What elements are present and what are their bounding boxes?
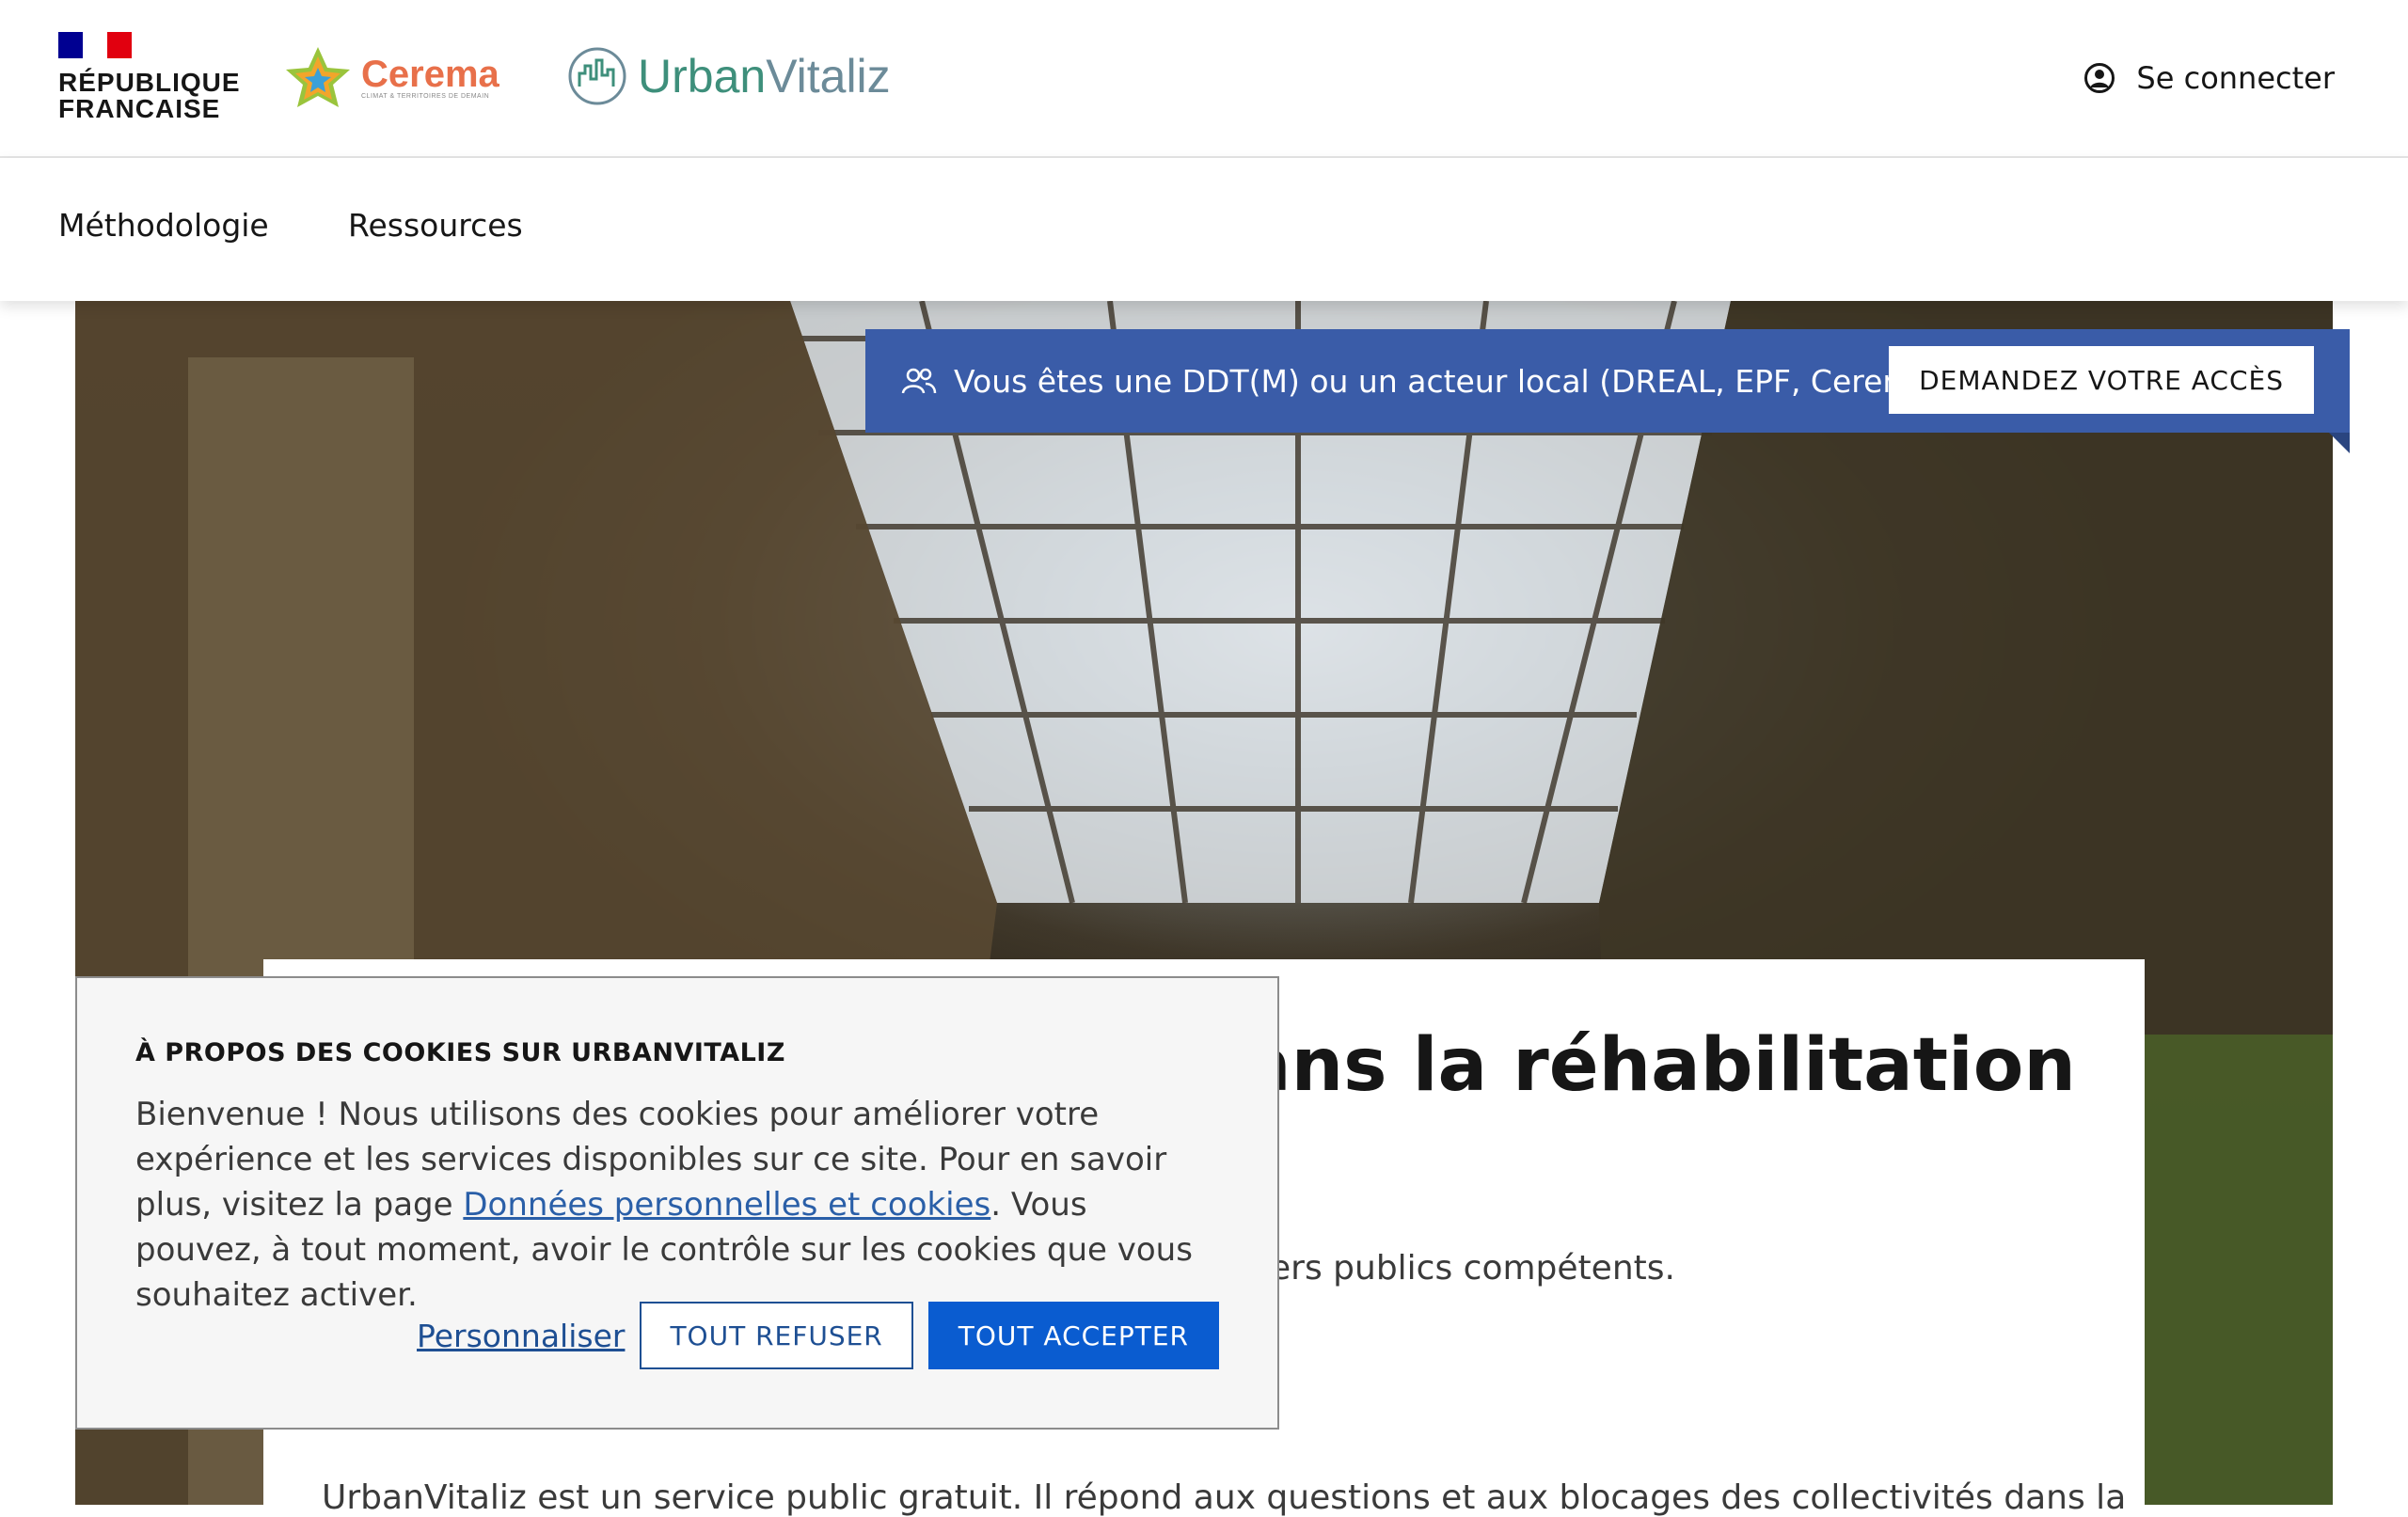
cerema-name: Cerema <box>361 53 499 95</box>
access-banner-text: Vous êtes une DDT(M) ou un acteur local … <box>954 362 2001 400</box>
hero-intro-text: UrbanVitaliz est un service public gratu… <box>322 1478 2127 1517</box>
republique-francaise-logo[interactable]: RÉPUBLIQUE FRANCAISE <box>58 32 241 122</box>
urbanvitaliz-city-icon <box>568 47 626 105</box>
nav-item-methodologie[interactable]: Méthodologie <box>58 207 269 244</box>
french-flag-icon <box>58 32 132 58</box>
cookie-dialog-title: À PROPOS DES COOKIES SUR URBANVITALIZ <box>135 1038 785 1067</box>
hero-title: ans la réhabilitation <box>1242 1023 2076 1108</box>
cookie-consent-dialog: À PROPOS DES COOKIES SUR URBANVITALIZ Bi… <box>75 976 1279 1430</box>
cerema-star-icon <box>286 47 350 107</box>
refuse-all-cookies-button[interactable]: TOUT REFUSER <box>640 1302 913 1369</box>
user-account-icon <box>2084 63 2115 93</box>
cookie-dialog-text: Bienvenue ! Nous utilisons des cookies p… <box>135 1092 1219 1318</box>
rf-line-1: RÉPUBLIQUE <box>58 68 241 97</box>
login-button[interactable]: Se connecter <box>2083 60 2335 96</box>
cerema-tagline: CLIMAT & TERRITOIRES DE DEMAIN <box>361 92 490 100</box>
accept-all-cookies-button[interactable]: TOUT ACCEPTER <box>927 1302 1219 1369</box>
site-header: RÉPUBLIQUE FRANCAISE Cerema CLIMAT & TER… <box>0 0 2408 158</box>
uv-name-part2: Vitaliz <box>766 50 891 103</box>
privacy-cookies-link[interactable]: Données personnelles et cookies <box>463 1186 990 1224</box>
urbanvitaliz-logo[interactable]: UrbanVitaliz <box>566 45 891 107</box>
customize-cookies-button[interactable]: Personnaliser <box>417 1318 625 1354</box>
cerema-logo[interactable]: Cerema CLIMAT & TERRITOIRES DE DEMAIN <box>282 45 499 109</box>
main-navigation: Méthodologie Ressources <box>0 158 2408 301</box>
request-access-button[interactable]: DEMANDEZ VOTRE ACCÈS <box>1889 346 2314 414</box>
uv-name-part1: Urban <box>638 50 767 103</box>
nav-item-ressources[interactable]: Ressources <box>348 207 523 244</box>
login-label: Se connecter <box>2136 60 2335 96</box>
hero-subtitle: illers publics compétents. <box>1242 1249 1675 1288</box>
access-request-banner: Vous êtes une DDT(M) ou un acteur local … <box>865 329 2350 453</box>
cookie-actions: Personnaliser TOUT REFUSER TOUT ACCEPTER <box>417 1302 1219 1369</box>
users-group-icon <box>901 368 937 394</box>
rf-line-2: FRANCAISE <box>58 94 221 123</box>
